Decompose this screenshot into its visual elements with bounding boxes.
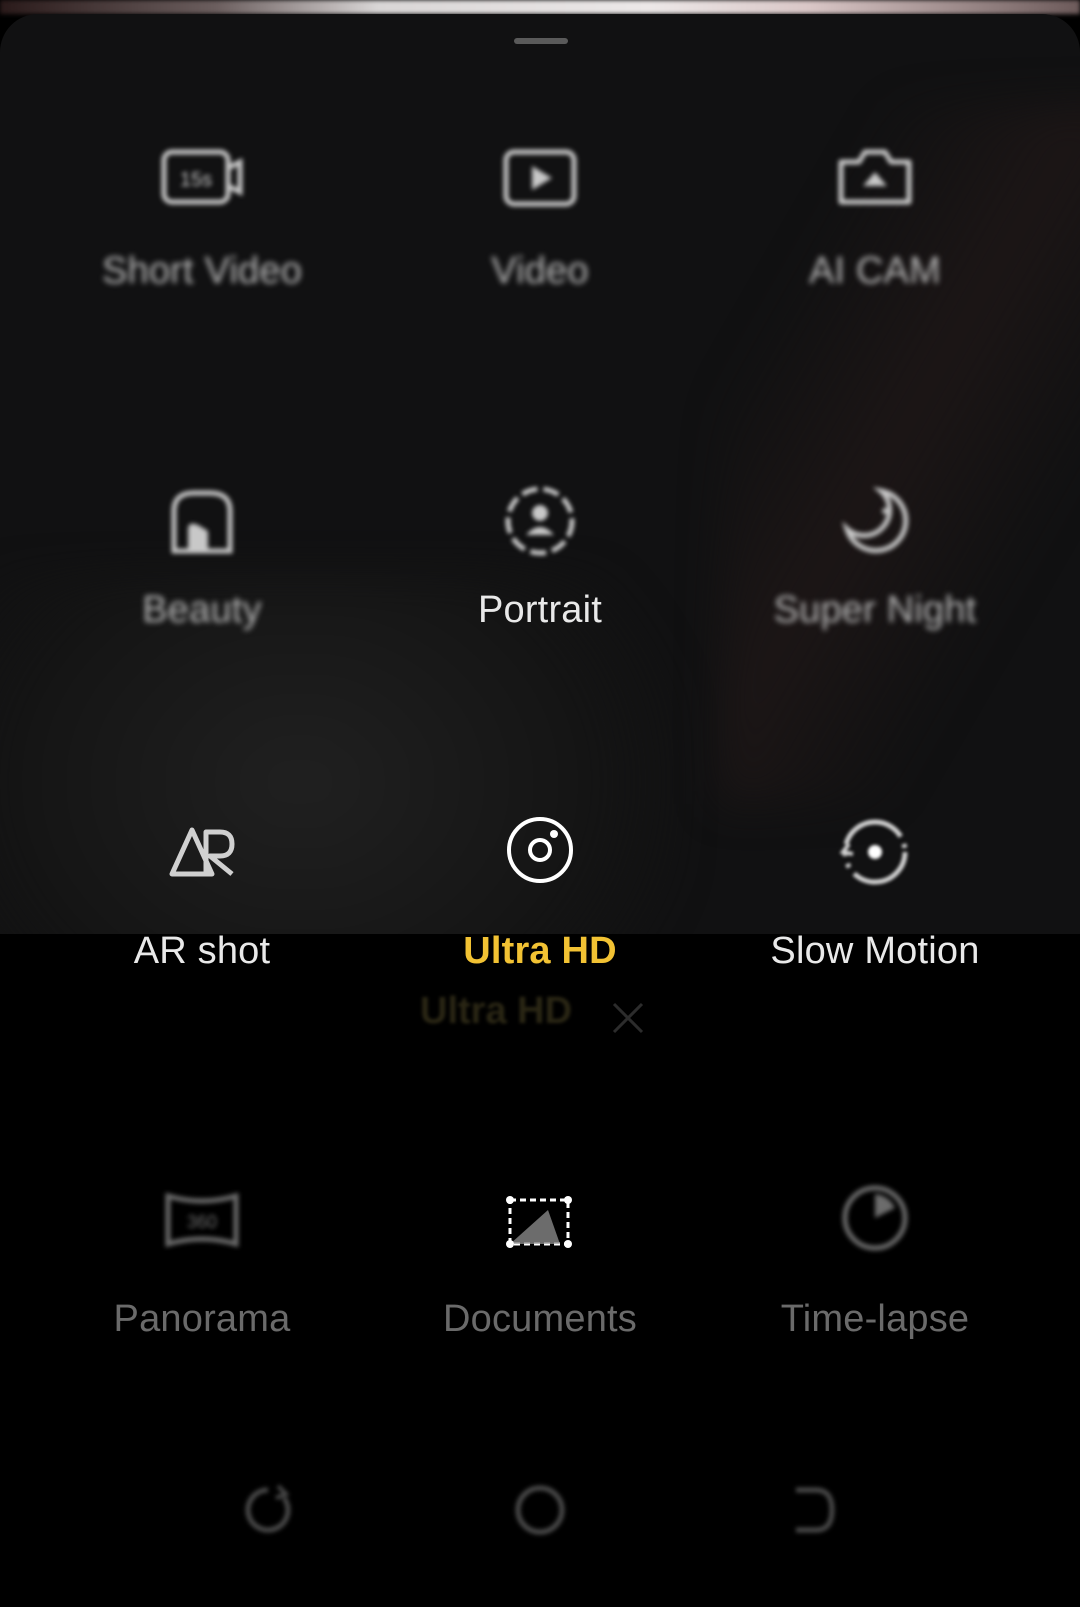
close-icon[interactable]	[610, 1000, 646, 1036]
ai-cam-icon	[833, 142, 917, 215]
mode-ultra-hd[interactable]	[390, 814, 690, 934]
ultra-hd-icon	[504, 814, 576, 891]
moon-icon	[835, 481, 915, 566]
back-icon[interactable]	[772, 1470, 852, 1550]
mode-slow-motion[interactable]	[725, 814, 1025, 934]
current-mode-tag: Ultra HD	[420, 990, 573, 1032]
timelapse-icon	[837, 1180, 913, 1261]
mode-label-ultra-hd: Ultra HD	[463, 930, 617, 972]
sheet-drag-handle[interactable]	[514, 38, 568, 44]
ar-icon	[166, 820, 238, 885]
camera-preview-strip	[0, 0, 1080, 14]
camera-modes-sheet: 15s Short Video Video AI CAM Beauty Port…	[0, 14, 1080, 934]
mode-documents[interactable]: Documents	[390, 1170, 690, 1350]
mode-label-slow-motion: Slow Motion	[770, 930, 980, 972]
mode-super-night[interactable]: Super Night	[725, 469, 1025, 669]
documents-icon	[502, 1192, 578, 1257]
panorama-icon: 360	[160, 1188, 244, 1257]
svg-text:360: 360	[187, 1212, 217, 1232]
mode-ar-shot[interactable]	[52, 814, 352, 934]
video-icon	[498, 146, 582, 215]
short-video-icon: 15s	[160, 146, 244, 215]
mode-time-lapse[interactable]: Time-lapse	[725, 1170, 1025, 1350]
portrait-icon	[500, 481, 580, 566]
mode-portrait[interactable]: Portrait	[390, 469, 690, 669]
mode-ai-cam[interactable]: AI CAM	[725, 124, 1025, 324]
mode-video[interactable]: Video	[390, 124, 690, 324]
recent-apps-icon[interactable]	[228, 1470, 308, 1550]
svg-text:15s: 15s	[180, 169, 212, 191]
mode-short-video[interactable]: 15s Short Video	[52, 124, 352, 324]
slow-motion-icon	[837, 814, 913, 895]
mode-panorama[interactable]: 360 Panorama	[52, 1170, 352, 1350]
beauty-icon	[164, 485, 240, 562]
home-icon[interactable]	[500, 1470, 580, 1550]
system-navigation-bar	[0, 1440, 1080, 1580]
mode-label-ar-shot: AR shot	[133, 930, 271, 972]
mode-beauty[interactable]: Beauty	[52, 469, 352, 669]
